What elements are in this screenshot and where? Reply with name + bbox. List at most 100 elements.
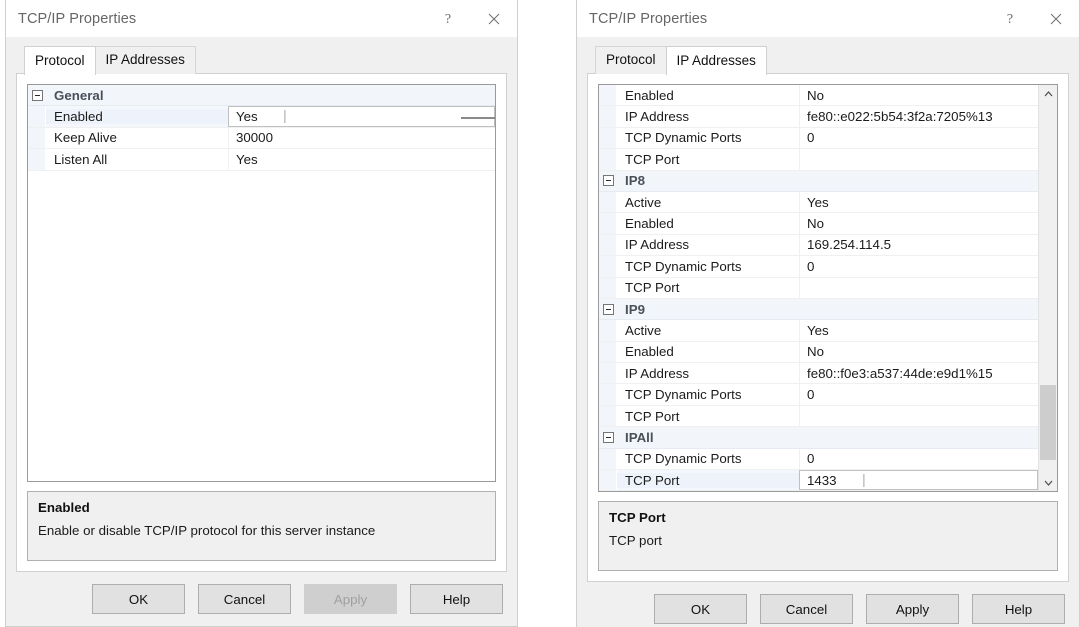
scrollbar-thumb[interactable]: [1040, 385, 1056, 460]
left-description-pane: Enabled Enable or disable TCP/IP protoco…: [27, 491, 496, 561]
tab-protocol[interactable]: Protocol: [595, 45, 667, 74]
scroll-up-arrow-icon[interactable]: [1039, 85, 1057, 102]
property-name: TCP Dynamic Ports: [625, 258, 742, 274]
property-value-text: No: [807, 216, 824, 232]
help-icon[interactable]: ?: [425, 0, 471, 37]
close-icon[interactable]: [471, 0, 517, 37]
property-name: IP8: [625, 173, 645, 189]
tcpip-properties-dialog-protocol: TCP/IP Properties ? Protocol IP Addresse…: [5, 0, 518, 627]
property-value-text: fe80::f0e3:a537:44de:e9d1%15: [807, 365, 993, 381]
property-value-editor[interactable]: 1433: [799, 470, 1038, 491]
property-row-listen-all[interactable]: Listen All Yes: [28, 149, 495, 171]
cancel-button[interactable]: Cancel: [198, 584, 291, 614]
help-button[interactable]: Help: [972, 594, 1065, 625]
close-icon[interactable]: [1033, 0, 1079, 37]
property-row-enabled[interactable]: Enabled No: [599, 341, 1038, 364]
property-category-ip9[interactable]: IP9: [599, 298, 1038, 321]
property-name: Enabled: [46, 109, 228, 125]
left-property-grid: General Enabled Yes Keep Alive 30000 Listen A…: [27, 84, 496, 482]
collapse-minus-icon[interactable]: [602, 175, 614, 187]
property-category-general[interactable]: General: [28, 85, 495, 107]
right-dialog-body: Protocol IP Addresses Enabled No IP Addres…: [577, 37, 1079, 583]
tab-protocol[interactable]: Protocol: [24, 45, 96, 75]
property-row-tcp-port[interactable]: TCP Port: [599, 405, 1038, 428]
property-value: 169.254.114.5: [799, 234, 1038, 256]
row-gutter: [28, 127, 46, 149]
property-value-text: 0: [807, 451, 815, 467]
property-row-enabled[interactable]: Enabled No: [599, 85, 1038, 107]
category-expander-cell[interactable]: [599, 170, 617, 191]
right-window-title: TCP/IP Properties: [589, 10, 708, 27]
row-gutter: [28, 106, 46, 127]
left-titlebar: TCP/IP Properties ?: [6, 0, 517, 37]
right-button-row: OK Cancel Apply Help: [577, 582, 1079, 627]
property-value-text: 1433: [807, 472, 837, 488]
tab-ip-addresses[interactable]: IP Addresses: [665, 45, 767, 75]
property-row-enabled[interactable]: Enabled No: [599, 213, 1038, 235]
property-name: Enabled: [625, 344, 674, 360]
property-row-tcp-dynamic-ports[interactable]: TCP Dynamic Ports 0: [599, 127, 1038, 150]
row-gutter: [28, 149, 46, 170]
left-description-title: Enabled: [38, 500, 90, 515]
vertical-scrollbar[interactable]: [1038, 85, 1057, 492]
right-titlebar-buttons: ?: [987, 0, 1079, 37]
apply-button[interactable]: Apply: [866, 594, 959, 625]
property-row-tcp-dynamic-ports[interactable]: TCP Dynamic Ports 0: [599, 448, 1038, 471]
collapse-minus-icon[interactable]: [602, 303, 614, 315]
help-button[interactable]: Help: [410, 584, 503, 614]
scroll-down-arrow-icon[interactable]: [1039, 474, 1057, 491]
property-row-active[interactable]: Active Yes: [599, 191, 1038, 214]
right-tab-page: Enabled No IP Address fe80::e022:5b54:3f2a:…: [587, 73, 1069, 583]
category-expander-cell[interactable]: [599, 427, 617, 448]
help-icon[interactable]: ?: [987, 0, 1033, 37]
property-row-tcp-port[interactable]: TCP Port: [599, 277, 1038, 299]
tab-ip-addresses-label: IP Addresses: [676, 52, 756, 68]
text-cursor-icon: [283, 110, 286, 124]
property-category-ipall[interactable]: IPAll: [599, 427, 1038, 449]
property-row-tcp-dynamic-ports[interactable]: TCP Dynamic Ports 0: [599, 384, 1038, 406]
category-expander-cell[interactable]: [599, 298, 617, 320]
screen-root: TCP/IP Properties ? Protocol IP Addresse…: [0, 0, 1080, 627]
cancel-button[interactable]: Cancel: [760, 594, 853, 625]
ok-button[interactable]: OK: [92, 584, 185, 614]
cancel-button-label: Cancel: [785, 601, 828, 617]
tab-ip-addresses[interactable]: IP Addresses: [94, 45, 196, 74]
collapse-minus-icon[interactable]: [31, 89, 43, 101]
property-value: fe80::e022:5b54:3f2a:7205%13: [799, 106, 1038, 127]
property-value: No: [799, 341, 1038, 363]
property-row-ip-address[interactable]: IP Address fe80::e022:5b54:3f2a:7205%13: [599, 106, 1038, 128]
property-value: 0: [799, 127, 1038, 149]
scrollbar-track[interactable]: [1039, 102, 1057, 474]
apply-button-label: Apply: [333, 591, 368, 607]
right-tabstrip: Protocol IP Addresses: [595, 45, 1069, 75]
row-gutter: [599, 448, 617, 470]
text-cursor-icon: [862, 473, 865, 487]
property-value: fe80::f0e3:a537:44de:e9d1%15: [799, 363, 1038, 384]
right-description-pane: TCP Port TCP port: [598, 501, 1058, 572]
ok-button[interactable]: OK: [654, 594, 747, 625]
property-row-keep-alive[interactable]: Keep Alive 30000: [28, 127, 495, 150]
property-row-ip-address[interactable]: IP Address fe80::f0e3:a537:44de:e9d1%15: [599, 363, 1038, 385]
property-value-editor[interactable]: Yes: [228, 106, 495, 127]
property-category-ip8[interactable]: IP8: [599, 170, 1038, 192]
property-value: No: [799, 213, 1038, 234]
property-row-tcp-dynamic-ports[interactable]: TCP Dynamic Ports 0: [599, 256, 1038, 278]
property-name: IP Address: [625, 109, 690, 125]
property-row-enabled[interactable]: Enabled Yes: [28, 106, 495, 128]
property-row-ip-address[interactable]: IP Address 169.254.114.5: [599, 234, 1038, 257]
property-name: Active: [625, 194, 662, 210]
left-tab-page: General Enabled Yes Keep Alive 30000 Listen A…: [16, 73, 507, 572]
category-expander-cell[interactable]: [28, 85, 46, 106]
property-name: TCP Port: [617, 472, 799, 488]
collapse-minus-icon[interactable]: [602, 431, 614, 443]
property-row-tcp-port[interactable]: TCP Port: [599, 149, 1038, 171]
property-row-active[interactable]: Active Yes: [599, 320, 1038, 342]
right-property-grid-rows: Enabled No IP Address fe80::e022:5b54:3f2a:…: [599, 85, 1038, 492]
property-name: Keep Alive: [54, 130, 117, 146]
property-row-tcp-port[interactable]: TCP Port 1433: [599, 470, 1038, 492]
property-value: Yes: [228, 149, 495, 170]
left-dialog-body: Protocol IP Addresses General Enabled Yes K…: [6, 37, 517, 572]
svg-text:?: ?: [1007, 12, 1013, 27]
row-gutter: [599, 106, 617, 127]
combobox-dropdown-edge[interactable]: [461, 116, 495, 119]
